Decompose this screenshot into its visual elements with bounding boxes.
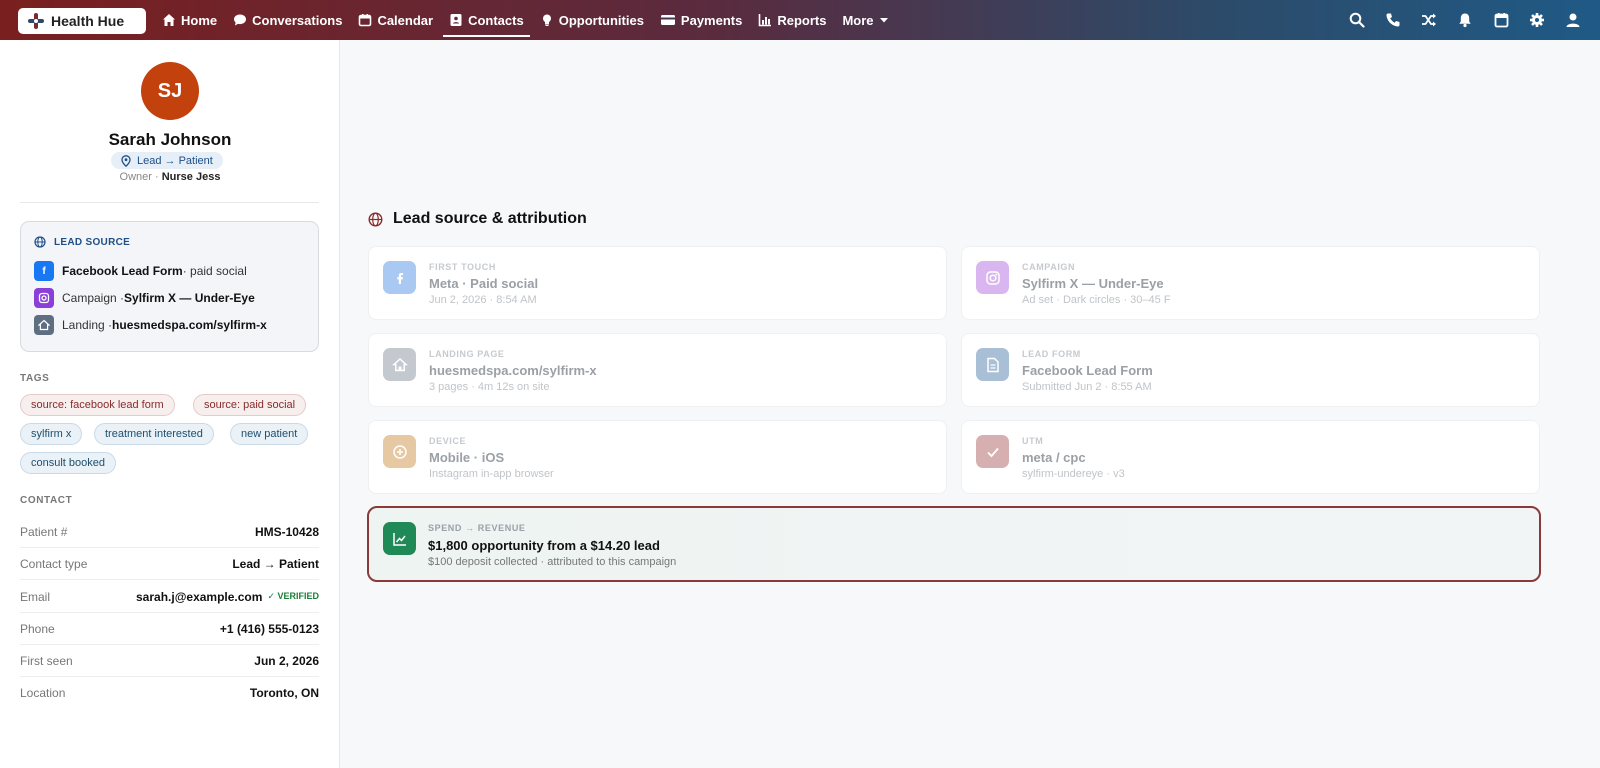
shuffle-icon[interactable] bbox=[1420, 11, 1438, 29]
nav-opportunities[interactable]: Opportunities bbox=[540, 0, 644, 40]
owner-line: Owner · Nurse Jess bbox=[119, 171, 221, 183]
nav-more[interactable]: More bbox=[842, 0, 889, 40]
lightbulb-icon bbox=[542, 14, 551, 26]
lead-landing-row: Landing · huesmedspa.com/sylfirm-x bbox=[34, 315, 267, 335]
contact-row-type: Contact type Lead → Patient bbox=[20, 548, 319, 580]
spend-revenue-card[interactable]: SPEND → REVENUE $1,800 opportunity from … bbox=[367, 506, 1541, 582]
top-nav: Health Hue Home Conversations Calendar C… bbox=[0, 0, 1600, 40]
brand-logo[interactable]: Health Hue bbox=[18, 8, 146, 34]
globe-icon bbox=[34, 236, 46, 248]
campaign-card[interactable]: CAMPAIGN Sylfirm X — Under-Eye Ad set · … bbox=[961, 246, 1540, 320]
document-icon bbox=[976, 348, 1009, 381]
contact-row-patient: Patient # HMS-10428 bbox=[20, 516, 319, 548]
avatar: SJ bbox=[141, 62, 199, 120]
home-icon bbox=[163, 14, 175, 26]
instagram-icon bbox=[976, 261, 1009, 294]
nav-payments[interactable]: Payments bbox=[660, 0, 742, 40]
first-touch-card[interactable]: FIRST TOUCH Meta · Paid social Jun 2, 20… bbox=[368, 246, 947, 320]
phone-link[interactable]: +1 (416) 555-0123 bbox=[220, 622, 319, 636]
tag-chip[interactable]: source: facebook lead form bbox=[20, 394, 175, 416]
contact-row-email: Email sarah.j@example.com ✓ VERIFIED bbox=[20, 581, 319, 613]
line-chart-icon bbox=[383, 522, 416, 555]
location-pin-icon bbox=[121, 154, 131, 167]
lead-source-title: LEAD SOURCE bbox=[34, 236, 130, 248]
tags-heading: TAGS bbox=[20, 373, 50, 384]
tag-chip[interactable]: treatment interested bbox=[94, 423, 214, 445]
phone-icon[interactable] bbox=[1384, 11, 1402, 29]
nav-home[interactable]: Home bbox=[162, 0, 217, 40]
calendar-icon[interactable] bbox=[1492, 11, 1510, 29]
device-card[interactable]: DEVICE Mobile · iOS Instagram in-app bro… bbox=[368, 420, 947, 494]
card-icon bbox=[660, 15, 675, 25]
calendar-icon bbox=[359, 14, 372, 27]
lead-source-row: f Facebook Lead Form · paid social bbox=[34, 261, 247, 281]
lead-form-card[interactable]: LEAD FORM Facebook Lead Form Submitted J… bbox=[961, 333, 1540, 407]
user-icon[interactable] bbox=[1564, 11, 1582, 29]
utm-card[interactable]: UTM meta / cpc sylfirm-undereye · v3 bbox=[961, 420, 1540, 494]
caret-down-icon bbox=[879, 18, 888, 23]
search-icon[interactable] bbox=[1348, 11, 1366, 29]
gear-icon[interactable] bbox=[1528, 11, 1546, 29]
brand-cross-icon bbox=[28, 13, 44, 29]
email-link[interactable]: sarah.j@example.com bbox=[136, 590, 262, 604]
plus-circle-icon bbox=[383, 435, 416, 468]
contact-row-first-seen: First seen Jun 2, 2026 bbox=[20, 645, 319, 677]
nav-menu: Home Conversations Calendar Contacts Opp… bbox=[162, 0, 906, 40]
attribution-title: Lead source & attribution bbox=[368, 210, 587, 228]
brand-name: Health Hue bbox=[51, 13, 125, 29]
globe-icon bbox=[368, 211, 383, 227]
contact-name: Sarah Johnson bbox=[108, 130, 232, 149]
tag-chip[interactable]: new patient bbox=[230, 423, 309, 445]
nav-reports[interactable]: Reports bbox=[758, 0, 826, 40]
nav-actions bbox=[1330, 0, 1582, 40]
chart-icon bbox=[759, 14, 772, 27]
tag-chip[interactable]: source: paid social bbox=[193, 394, 307, 416]
verified-badge: ✓ VERIFIED bbox=[267, 591, 319, 601]
divider bbox=[20, 202, 319, 203]
status-badge: Lead → Patient bbox=[111, 152, 223, 169]
bell-icon[interactable] bbox=[1456, 11, 1474, 29]
contacts-icon bbox=[450, 14, 462, 26]
contact-heading: CONTACT bbox=[20, 495, 73, 506]
home-icon bbox=[383, 348, 416, 381]
nav-contacts[interactable]: Contacts bbox=[443, 0, 530, 40]
nav-conversations[interactable]: Conversations bbox=[233, 0, 342, 40]
tag-chip[interactable]: consult booked bbox=[20, 452, 116, 474]
facebook-icon bbox=[383, 261, 416, 294]
home-icon bbox=[34, 315, 54, 335]
landing-page-card[interactable]: LANDING PAGE huesmedspa.com/sylfirm-x 3 … bbox=[368, 333, 947, 407]
nav-calendar[interactable]: Calendar bbox=[358, 0, 433, 40]
contact-row-location: Location Toronto, ON bbox=[20, 686, 319, 700]
lead-source-box: LEAD SOURCE f Facebook Lead Form · paid … bbox=[20, 221, 319, 352]
tag-chip[interactable]: sylfirm x bbox=[20, 423, 83, 445]
contact-row-phone: Phone +1 (416) 555-0123 bbox=[20, 613, 319, 645]
contact-sidebar: SJ Sarah Johnson Lead → Patient Owner · … bbox=[0, 40, 340, 768]
check-icon bbox=[976, 435, 1009, 468]
facebook-icon: f bbox=[34, 261, 54, 281]
chat-icon bbox=[234, 14, 247, 26]
lead-campaign-row: Campaign · Sylfirm X — Under-Eye bbox=[34, 288, 255, 308]
instagram-icon bbox=[34, 288, 54, 308]
